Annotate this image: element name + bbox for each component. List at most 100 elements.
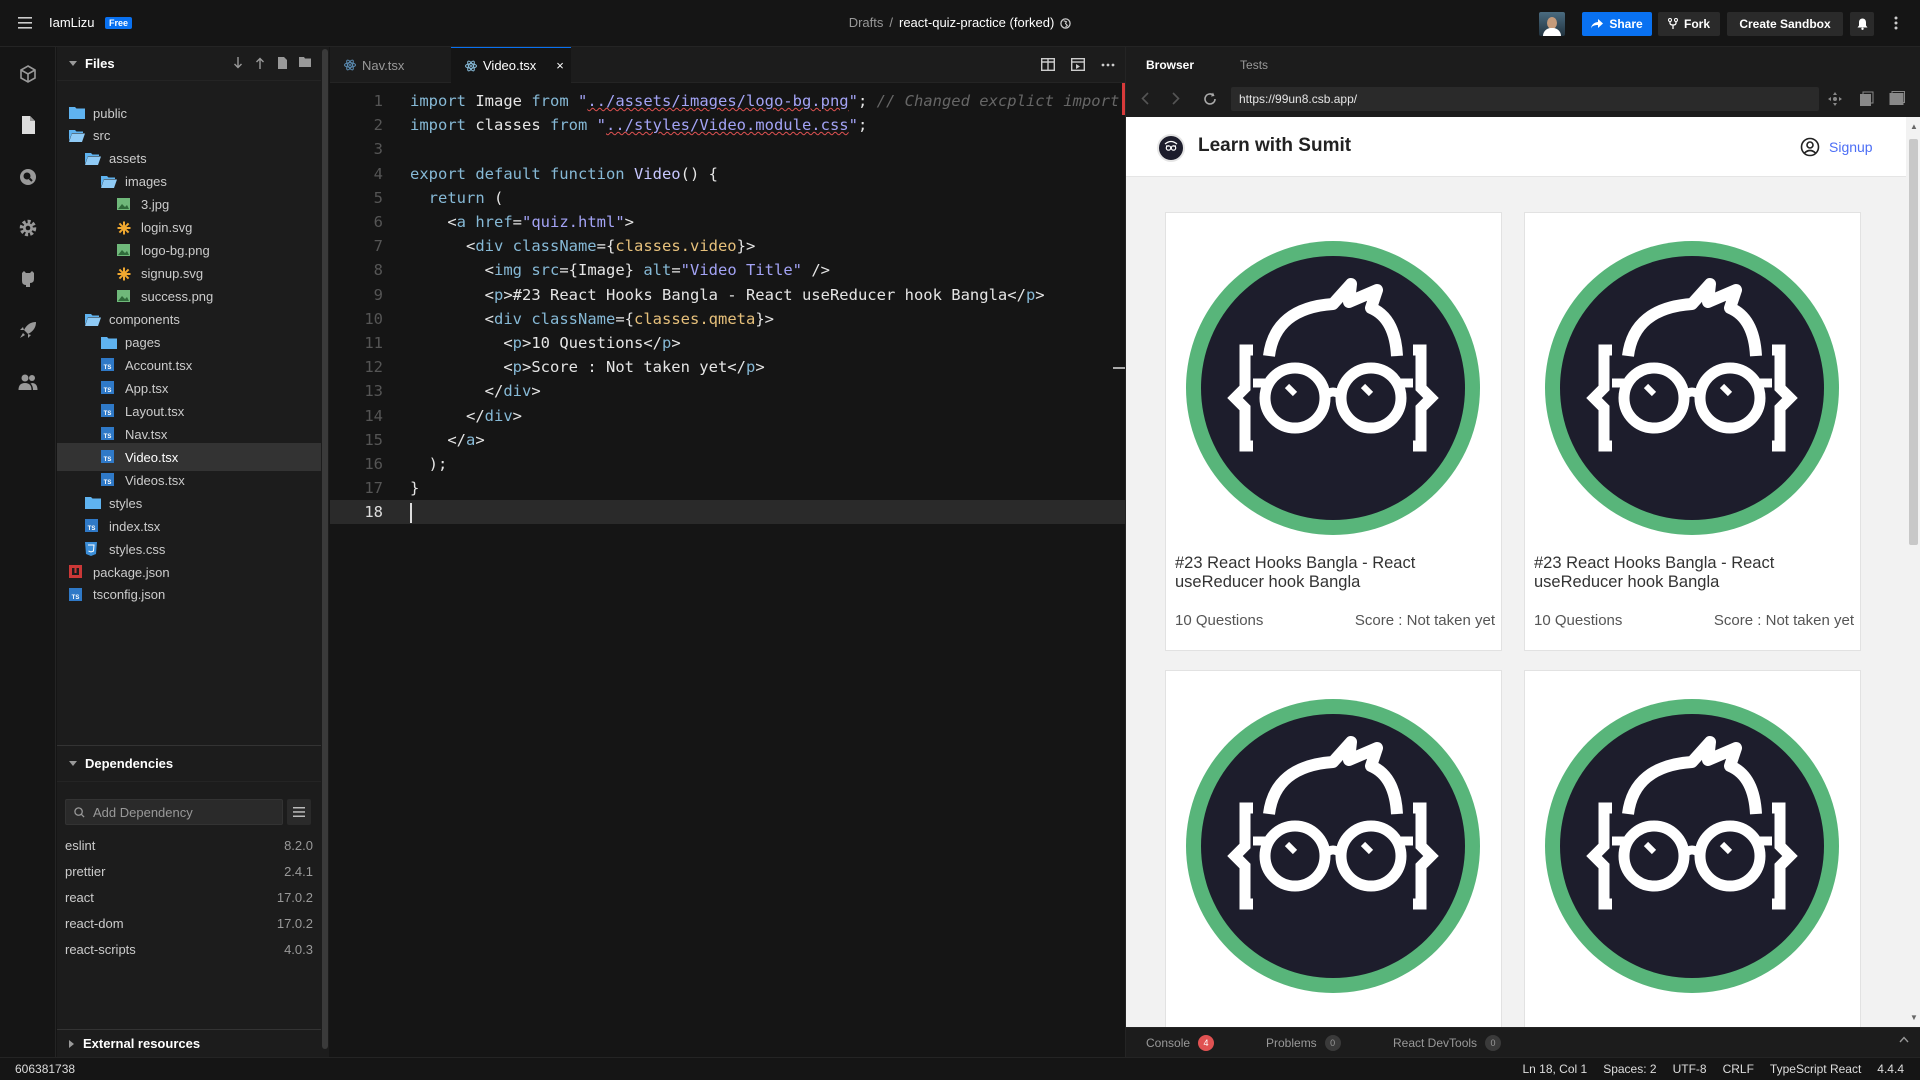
dependency-item[interactable]: react 17.0.2 <box>65 890 313 910</box>
video-card[interactable] <box>1165 670 1502 1027</box>
typescript-version[interactable]: 4.4.4 <box>1877 1062 1904 1076</box>
video-card[interactable] <box>1524 670 1861 1027</box>
forward-icon[interactable] <box>1172 92 1180 105</box>
code-line[interactable]: 18 <box>330 500 1125 525</box>
sort-up-icon[interactable] <box>255 57 265 69</box>
language-mode[interactable]: TypeScript React <box>1770 1062 1861 1076</box>
preview-window-icon[interactable] <box>1071 58 1085 71</box>
site-title[interactable]: Learn with Sumit <box>1198 135 1351 157</box>
chevron-up-icon[interactable] <box>1899 1036 1909 1043</box>
code-line[interactable]: 1 import Image from "../assets/images/log… <box>330 89 1125 113</box>
new-window-icon[interactable] <box>1858 91 1874 107</box>
external-resources-header[interactable]: External resources <box>57 1029 321 1057</box>
video-thumbnail-image[interactable] <box>1542 238 1842 538</box>
notifications-button[interactable] <box>1850 12 1874 36</box>
signup-link[interactable]: Signup <box>1800 137 1873 157</box>
avatar[interactable] <box>1539 12 1565 36</box>
tab-browser[interactable]: Browser <box>1146 58 1194 72</box>
users-icon[interactable] <box>18 372 38 392</box>
files-header[interactable]: Files <box>57 47 321 81</box>
preview-scroll-thumb[interactable] <box>1909 139 1918 545</box>
sandbox-name[interactable]: react-quiz-practice (forked) <box>899 15 1054 30</box>
panels-icon[interactable] <box>1889 91 1905 107</box>
video-thumbnail-image[interactable] <box>1183 696 1483 996</box>
indentation[interactable]: Spaces: 2 <box>1603 1062 1656 1076</box>
rocket-icon[interactable] <box>18 320 38 340</box>
code-line[interactable]: 3 <box>330 137 1125 161</box>
file-tree-label: login.svg <box>141 220 193 236</box>
close-icon[interactable]: × <box>556 58 564 73</box>
code-line[interactable]: 6 <a href="quiz.html"> <box>330 210 1125 234</box>
code-token: > <box>1035 285 1045 304</box>
tab-video-tsx[interactable]: Video.tsx × <box>451 47 571 83</box>
code-text: <img src={Image} alt="Video Title" /> <box>410 258 830 282</box>
code-token: < <box>410 309 494 328</box>
cube-icon[interactable] <box>18 64 38 84</box>
chevron-right-icon[interactable] <box>69 1039 75 1048</box>
dependency-list-button[interactable] <box>287 799 311 825</box>
code-line[interactable]: 16 ); <box>330 452 1125 476</box>
dependencies-header[interactable]: Dependencies <box>57 746 321 782</box>
refresh-icon[interactable] <box>1203 92 1217 106</box>
dependency-item[interactable]: eslint 8.2.0 <box>65 838 313 858</box>
video-card[interactable]: #23 React Hooks Bangla - React useReduce… <box>1165 212 1502 651</box>
share-button[interactable]: Share <box>1582 12 1652 36</box>
breadcrumb-folder[interactable]: Drafts <box>849 15 884 30</box>
create-sandbox-button[interactable]: Create Sandbox <box>1727 12 1843 36</box>
dependency-item[interactable]: prettier 2.4.1 <box>65 864 313 884</box>
site-logo[interactable] <box>1157 134 1185 162</box>
code-line[interactable]: 5 return ( <box>330 186 1125 210</box>
dependency-item[interactable]: react-scripts 4.0.3 <box>65 942 313 962</box>
dependency-item[interactable]: react-dom 17.0.2 <box>65 916 313 936</box>
chevron-down-icon[interactable] <box>69 60 77 67</box>
file-icon[interactable] <box>18 115 38 135</box>
code-line[interactable]: 12 <p>Score : Not taken yet</p> <box>330 355 1125 379</box>
code-line[interactable]: 15 </a> <box>330 428 1125 452</box>
gear-icon[interactable] <box>18 218 38 238</box>
problems-tab[interactable]: Problems 0 <box>1266 1034 1341 1051</box>
new-folder-icon[interactable] <box>299 57 311 69</box>
scroll-down-icon[interactable]: ▼ <box>1910 1013 1918 1022</box>
code-line[interactable]: 11 <p>10 Questions</p> <box>330 331 1125 355</box>
sidebar-scrollbar[interactable] <box>321 47 329 1057</box>
search-icon[interactable] <box>18 167 38 187</box>
react-icon <box>344 59 356 71</box>
globe-icon[interactable] <box>1060 18 1072 29</box>
add-dependency-input[interactable] <box>93 804 263 820</box>
cursor-position[interactable]: Ln 18, Col 1 <box>1522 1062 1587 1076</box>
fork-button[interactable]: Fork <box>1658 12 1720 36</box>
code-area[interactable]: 1 import Image from "../assets/images/log… <box>330 83 1125 1057</box>
code-line[interactable]: 7 <div className={classes.video}> <box>330 234 1125 258</box>
url-input[interactable]: https://99un8.csb.app/ <box>1231 87 1819 111</box>
back-icon[interactable] <box>1141 92 1149 105</box>
preview-scrollbar[interactable]: ▲ ▼ <box>1906 117 1920 1027</box>
code-line[interactable]: 14 </div> <box>330 404 1125 428</box>
code-line[interactable]: 2 import classes from "../styles/Video.mo… <box>330 113 1125 137</box>
video-thumbnail-image[interactable] <box>1183 238 1483 538</box>
video-thumbnail-image[interactable] <box>1542 696 1842 996</box>
chevron-down-icon[interactable] <box>69 760 77 767</box>
code-line[interactable]: 9 <p>#23 React Hooks Bangla - React useR… <box>330 283 1125 307</box>
github-icon[interactable] <box>18 269 38 289</box>
code-line[interactable]: 17} <box>330 476 1125 500</box>
add-dependency-field[interactable] <box>65 799 283 825</box>
expand-icon[interactable] <box>1827 91 1843 107</box>
console-tab[interactable]: Console 4 <box>1146 1034 1215 1051</box>
sort-down-icon[interactable] <box>233 57 243 69</box>
code-line[interactable]: 4 export default function Video() { <box>330 162 1125 186</box>
tab-nav-tsx[interactable]: Nav.tsx <box>330 47 440 83</box>
file-tree-item[interactable]: TS tsconfig.json <box>57 581 321 609</box>
tab-tests[interactable]: Tests <box>1240 58 1268 72</box>
scroll-up-icon[interactable]: ▲ <box>1910 122 1918 131</box>
encoding[interactable]: UTF-8 <box>1673 1062 1707 1076</box>
video-card[interactable]: #23 React Hooks Bangla - React useReduce… <box>1524 212 1861 651</box>
code-line[interactable]: 8 <img src={Image} alt="Video Title" /> <box>330 258 1125 282</box>
code-line[interactable]: 13 </div> <box>330 379 1125 403</box>
line-ending[interactable]: CRLF <box>1723 1062 1754 1076</box>
split-view-icon[interactable] <box>1041 58 1055 71</box>
more-vertical-icon[interactable] <box>1894 16 1898 30</box>
new-file-icon[interactable] <box>277 57 287 69</box>
react-devtools-tab[interactable]: React DevTools 0 <box>1393 1034 1502 1051</box>
more-horizontal-icon[interactable] <box>1101 58 1115 71</box>
code-line[interactable]: 10 <div className={classes.qmeta}> <box>330 307 1125 331</box>
